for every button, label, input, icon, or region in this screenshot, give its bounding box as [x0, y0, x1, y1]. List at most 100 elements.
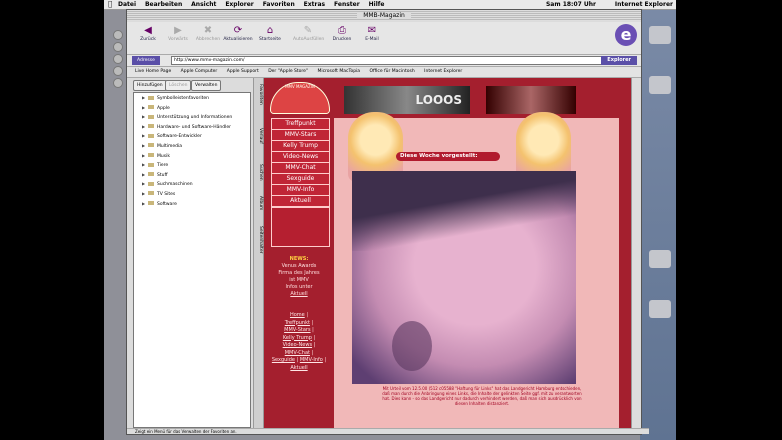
folder-icon [148, 114, 154, 119]
delete-favorite-button[interactable]: Löschen [165, 80, 192, 91]
list-item[interactable]: ▶ Tiere [134, 160, 250, 170]
address-label: Adresse [132, 56, 160, 65]
tab-verlauf[interactable]: Verlauf [254, 128, 263, 144]
back-button[interactable]: ◀ Zurück [133, 24, 163, 42]
menu-explorer[interactable]: Explorer [225, 1, 253, 8]
tab-album[interactable]: Album [254, 196, 263, 210]
favbar-item[interactable]: Microsoft MacTopia [317, 69, 360, 74]
refresh-button[interactable]: ⟳ Aktualisieren [223, 24, 253, 42]
list-item-label: Hardware- und Software-Händler [157, 124, 231, 130]
content-scrollbar[interactable] [631, 78, 640, 428]
add-favorite-button[interactable]: Hinzufügen [133, 80, 167, 91]
link-mmv-info[interactable]: MMV-Info [300, 357, 323, 363]
control-dot[interactable] [113, 78, 123, 88]
favbar-item[interactable]: Der "Apple Store" [268, 69, 308, 74]
printer-icon: ⎙ [338, 25, 346, 36]
menu-datei[interactable]: Datei [118, 1, 136, 8]
site-logo[interactable]: MMV MAGAZIN [270, 82, 330, 114]
top-photo-banner[interactable] [486, 86, 576, 114]
favbar-item[interactable]: Office für Macintosh [370, 69, 415, 74]
news-line: ist MMV [289, 277, 309, 283]
list-item[interactable]: ▶ Software [134, 199, 250, 209]
link-mmv-chat[interactable]: MMV-Chat [285, 350, 310, 356]
list-item[interactable]: ▶ Apple [134, 103, 250, 113]
folder-icon [148, 162, 154, 167]
folder-icon [148, 105, 154, 110]
hard-disk-icon[interactable] [649, 26, 671, 44]
stop-button[interactable]: ✖ Abbrechen [193, 24, 223, 42]
mac-desktop:  Datei Bearbeiten Ansicht Explorer Favo… [104, 0, 676, 440]
window-titlebar[interactable]: MMB-Magazin [127, 10, 641, 21]
folder-icon[interactable] [649, 76, 671, 94]
link-home[interactable]: Home [290, 312, 305, 318]
list-item[interactable]: ▶ Unterstützung und Informationen [134, 112, 250, 122]
disclaimer-text: Mit Urteil vom 12.5.00 (512 c05588 "Haft… [382, 386, 582, 406]
link-sexguide[interactable]: Sexguide [272, 357, 295, 363]
folder-icon[interactable] [649, 250, 671, 268]
page-right-border [619, 78, 631, 428]
news-line: Venus Awards [281, 263, 317, 269]
explorer-go-button[interactable]: Explorer [601, 56, 637, 65]
menu-extras[interactable]: Extras [304, 1, 325, 8]
link-aktuell[interactable]: Aktuell [290, 365, 307, 371]
list-item[interactable]: ▶ Multimedia [134, 141, 250, 151]
folder-icon [148, 191, 154, 196]
apple-menu-icon[interactable]:  [108, 0, 112, 9]
home-button[interactable]: ⌂ Startseite [255, 24, 285, 42]
list-item[interactable]: ▶ Suchmaschinen [134, 179, 250, 189]
folder-icon [148, 133, 154, 138]
tab-suchen[interactable]: Suchen [254, 164, 263, 181]
autofill-button[interactable]: ✎ AutoAusfüllen [293, 24, 325, 42]
looos-banner[interactable]: LOOOS [344, 86, 470, 114]
application-menu[interactable]: Internet Explorer [615, 0, 673, 9]
link-video-news[interactable]: Video-News [283, 342, 312, 348]
stop-icon: ✖ [203, 25, 213, 36]
list-item[interactable]: ▶ Symbolleistenfavoriten [134, 93, 250, 103]
web-page-content: MMV MAGAZIN Treffpunkt MMV-Stars Kelly T… [264, 78, 631, 428]
folder-icon [148, 181, 154, 186]
autofill-label: AutoAusfüllen [293, 37, 325, 42]
site-navigation: MMV MAGAZIN Treffpunkt MMV-Stars Kelly T… [264, 78, 334, 428]
trash-icon[interactable] [649, 300, 671, 318]
print-button[interactable]: ⎙ Drucken [327, 24, 357, 42]
favbar-item[interactable]: Apple Computer [181, 69, 218, 74]
menu-favoriten[interactable]: Favoriten [263, 1, 295, 8]
control-dot[interactable] [113, 66, 123, 76]
organize-favorites-button[interactable]: Verwalten [191, 80, 222, 91]
list-item[interactable]: ▶ Hardware- und Software-Händler [134, 122, 250, 132]
favbar-item[interactable]: Apple Support [227, 69, 259, 74]
news-block: NEWS: Venus Awards Firma des Jahres ist … [268, 256, 330, 298]
link-mmv-stars[interactable]: MMV-Stars [284, 327, 310, 333]
favbar-item[interactable]: Internet Explorer [424, 69, 462, 74]
news-link[interactable]: Aktuell [290, 291, 307, 297]
mail-icon: ✉ [367, 25, 377, 36]
forward-button[interactable]: ▶ Vorwärts [163, 24, 193, 42]
favbar-item[interactable]: Live Home Page [135, 69, 171, 74]
link-kelly-trump[interactable]: Kelly Trump [283, 335, 312, 341]
back-arrow-icon: ◀ [144, 25, 152, 36]
list-item[interactable]: ▶ Stuff [134, 170, 250, 180]
explorer-bar-tabs: Favoriten Verlauf Suchen Album Seitenhal… [254, 78, 264, 430]
nav-aktuell[interactable]: Aktuell [271, 195, 330, 207]
mail-button[interactable]: ✉ E-Mail [357, 24, 387, 42]
browser-window: MMB-Magazin ◀ Zurück ▶ Vorwärts ✖ Abbrechen… [126, 9, 649, 435]
tab-seitenhalter[interactable]: Seitenhalter [254, 226, 263, 254]
menu-ansicht[interactable]: Ansicht [191, 1, 216, 8]
feature-title: Diese Woche vorgestellt: [396, 152, 500, 161]
address-input[interactable]: http://www.mmv-magazin.com/ [171, 56, 605, 65]
menu-hilfe[interactable]: Hilfe [369, 1, 385, 8]
menubar-clock[interactable]: Sam 18:07 Uhr [546, 0, 596, 9]
control-dot[interactable] [113, 30, 123, 40]
control-dot[interactable] [113, 42, 123, 52]
video-player[interactable] [352, 171, 576, 384]
news-line: Firma des Jahres [278, 270, 320, 276]
list-item[interactable]: ▶ Software-Entwickler [134, 131, 250, 141]
link-treffpunkt[interactable]: Treffpunkt [285, 320, 310, 326]
tab-favoriten[interactable]: Favoriten [254, 84, 263, 105]
menu-bearbeiten[interactable]: Bearbeiten [145, 1, 182, 8]
favorites-list: ▶ Symbolleistenfavoriten ▶ Apple ▶ Unterstü… [133, 92, 251, 428]
list-item[interactable]: ▶ TV Sites [134, 189, 250, 199]
control-dot[interactable] [113, 54, 123, 64]
menu-fenster[interactable]: Fenster [334, 1, 360, 8]
list-item[interactable]: ▶ Musik [134, 151, 250, 161]
